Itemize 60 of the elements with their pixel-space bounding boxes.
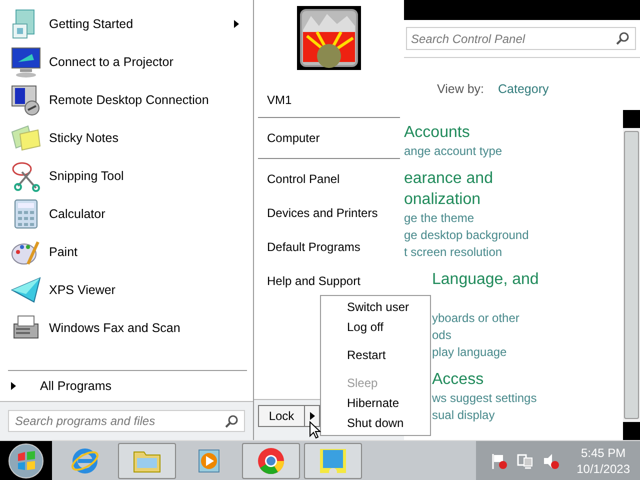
arrow-icon bbox=[11, 382, 16, 390]
taskbar-button[interactable] bbox=[304, 442, 362, 478]
flag-icon[interactable] bbox=[490, 452, 508, 470]
program-item[interactable]: Getting Started bbox=[0, 5, 253, 43]
program-item[interactable]: Connect to a Projector bbox=[0, 43, 253, 81]
task-link[interactable]: ws suggest settings bbox=[432, 390, 537, 407]
start-button[interactable] bbox=[0, 440, 52, 480]
program-item[interactable]: Windows Fax and Scan bbox=[0, 309, 253, 347]
menu-item[interactable]: Computer bbox=[258, 121, 400, 155]
taskbar-button[interactable] bbox=[242, 442, 300, 478]
menu-item[interactable]: Hibernate bbox=[347, 393, 430, 413]
speaker-icon[interactable] bbox=[542, 452, 560, 470]
browser-e-icon bbox=[70, 446, 100, 476]
ring-browser-icon bbox=[256, 446, 286, 476]
program-item[interactable]: XPS Viewer bbox=[0, 271, 253, 309]
user-name[interactable]: VM1 bbox=[254, 83, 404, 117]
task-link[interactable]: play language bbox=[432, 344, 507, 361]
search-field[interactable]: Search Control Panel bbox=[406, 27, 636, 50]
search-field[interactable]: Search programs and files bbox=[8, 410, 245, 432]
menu-item[interactable]: Restart bbox=[347, 345, 430, 365]
menu-item[interactable]: Help and Support bbox=[258, 264, 400, 298]
monitor-icon bbox=[10, 46, 42, 78]
program-item[interactable]: Remote Desktop Connection bbox=[0, 81, 253, 119]
power-options-button[interactable] bbox=[304, 405, 320, 427]
all-programs-link[interactable]: All Programs bbox=[40, 379, 112, 393]
category-link[interactable]: Access bbox=[432, 369, 484, 390]
category-link[interactable]: onalization bbox=[404, 189, 480, 210]
menu-item[interactable]: Switch user bbox=[347, 297, 430, 317]
program-item[interactable]: Paint bbox=[0, 233, 253, 271]
program-item[interactable]: Snipping Tool bbox=[0, 157, 253, 195]
lock-button[interactable]: Lock bbox=[258, 405, 304, 427]
task-link[interactable]: sual display bbox=[432, 407, 495, 424]
clock-time: 5:45 PM bbox=[580, 444, 626, 460]
scissors-icon bbox=[10, 160, 42, 192]
category-link[interactable]: Language, and bbox=[432, 269, 539, 290]
menu-item[interactable]: Control Panel bbox=[258, 162, 400, 196]
task-link[interactable]: yboards or other bbox=[432, 310, 520, 327]
search-icon bbox=[616, 31, 630, 45]
network-icon[interactable] bbox=[516, 452, 534, 470]
task-link[interactable]: ods bbox=[432, 327, 452, 344]
taskbar-button[interactable] bbox=[118, 442, 176, 478]
menu-item[interactable]: Log off bbox=[347, 317, 430, 337]
menu-item[interactable]: Shut down bbox=[347, 413, 430, 433]
search-icon bbox=[225, 414, 239, 428]
program-item[interactable]: Calculator bbox=[0, 195, 253, 233]
windows-logo-icon bbox=[8, 442, 44, 478]
category-link[interactable]: earance and bbox=[404, 168, 493, 189]
view-by-dropdown[interactable]: Category bbox=[498, 82, 549, 108]
program-item[interactable]: Sticky Notes bbox=[0, 119, 253, 157]
category-link[interactable]: Accounts bbox=[404, 122, 470, 143]
menu-item[interactable]: Default Programs bbox=[258, 230, 400, 264]
menu-item[interactable]: Devices and Printers bbox=[258, 196, 400, 230]
task-link[interactable]: ange account type bbox=[404, 143, 502, 160]
monitor-icon bbox=[10, 84, 42, 116]
task-link[interactable]: t screen resolution bbox=[404, 244, 502, 261]
task-link[interactable]: ge desktop background bbox=[404, 227, 529, 244]
scrollbar[interactable] bbox=[623, 110, 640, 440]
task-link[interactable]: ge the theme bbox=[404, 210, 474, 227]
clock-date: 10/1/2023 bbox=[576, 460, 630, 476]
view-by-label: View by: bbox=[437, 82, 484, 98]
